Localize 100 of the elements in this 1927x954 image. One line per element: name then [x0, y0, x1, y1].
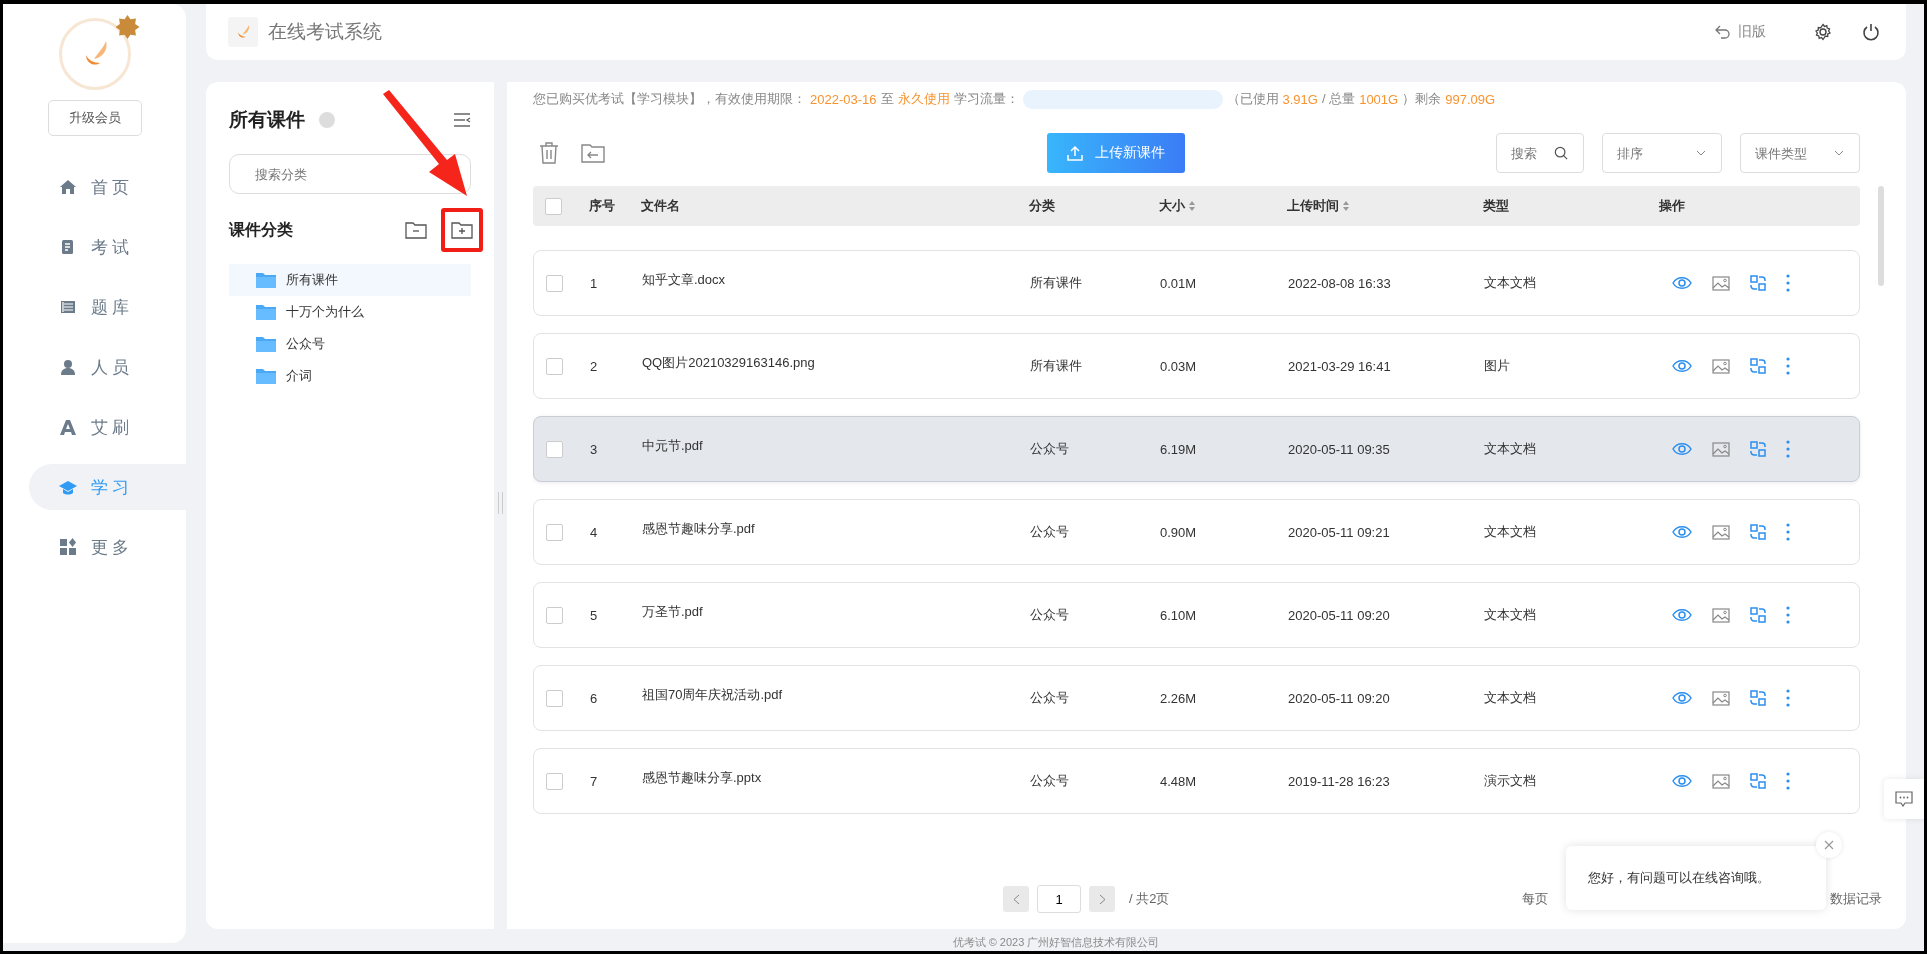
nav-item[interactable]: 人员	[29, 344, 186, 390]
folder-back-icon[interactable]	[581, 143, 605, 163]
more-icon[interactable]	[1786, 772, 1790, 790]
power-icon[interactable]	[1862, 23, 1880, 41]
file-row[interactable]: 3 中元节.pdf 公众号 6.19M 2020-05-11 09:35 文本文档	[533, 416, 1860, 482]
file-name: 感恩节趣味分享.pdf	[642, 520, 756, 538]
table-cell-text: 公众号	[1030, 772, 1070, 790]
table-cell-text: 0.90M	[1160, 524, 1198, 540]
per-page-label: 每页	[1522, 890, 1548, 908]
eye-icon[interactable]	[1672, 774, 1692, 788]
eye-icon[interactable]	[1672, 608, 1692, 622]
category-search-field[interactable]: 搜索分类	[229, 154, 471, 194]
table-cell-text: 公众号	[1030, 523, 1070, 541]
image-icon[interactable]	[1712, 441, 1730, 457]
image-icon[interactable]	[1712, 773, 1730, 789]
eye-icon[interactable]	[1672, 691, 1692, 705]
more-icon[interactable]	[1786, 274, 1790, 292]
close-icon	[1824, 840, 1834, 850]
convert-icon[interactable]	[1750, 524, 1766, 540]
section-title: 课件分类	[229, 219, 293, 240]
convert-icon[interactable]	[1750, 275, 1766, 291]
more-icon[interactable]	[1786, 440, 1790, 458]
list-icon	[59, 298, 77, 316]
image-icon[interactable]	[1712, 607, 1730, 623]
eye-icon[interactable]	[1672, 442, 1692, 456]
folder-plus-icon[interactable]	[451, 221, 473, 239]
collapse-menu-icon[interactable]	[453, 113, 471, 127]
convert-icon[interactable]	[1750, 773, 1766, 789]
eye-icon[interactable]	[1672, 525, 1692, 539]
file-row[interactable]: 4 感恩节趣味分享.pdf 公众号 0.90M 2020-05-11 09:21 文本文档	[533, 499, 1860, 565]
table-cell-text: 2019-11-28 16:23	[1288, 773, 1391, 789]
category-item[interactable]: 介词	[229, 360, 471, 392]
scrollbar[interactable]	[1878, 186, 1884, 286]
row-checkbox[interactable]	[546, 274, 563, 292]
row-checkbox[interactable]	[546, 440, 563, 458]
nav-item[interactable]: 艾刷	[29, 404, 186, 450]
category-item[interactable]: 十万个为什么	[229, 296, 471, 328]
row-checkbox[interactable]	[546, 606, 563, 624]
eye-icon[interactable]	[1672, 359, 1692, 373]
nav-item[interactable]: 首页	[29, 164, 186, 210]
table-cell-text: 文本文档	[1484, 689, 1537, 707]
table-cell-text: 2022-08-08 16:33	[1288, 275, 1392, 291]
chat-button[interactable]	[1884, 779, 1924, 819]
table-cell-text: 文本文档	[1484, 274, 1537, 292]
page-input[interactable]: 1	[1037, 885, 1081, 913]
table-cell-text: 4	[590, 524, 599, 540]
convert-icon[interactable]	[1750, 358, 1766, 374]
sort-icon[interactable]	[1342, 200, 1350, 212]
image-icon[interactable]	[1712, 690, 1730, 706]
convert-icon[interactable]	[1750, 690, 1766, 706]
file-row[interactable]: 5 万圣节.pdf 公众号 6.10M 2020-05-11 09:20 文本文档	[533, 582, 1860, 648]
home-icon	[59, 178, 77, 196]
resize-handle[interactable]	[498, 492, 503, 514]
records-label: 数据记录	[1830, 890, 1882, 908]
image-icon[interactable]	[1712, 275, 1730, 291]
upgrade-button[interactable]: 升级会员	[47, 100, 142, 136]
more-icon[interactable]	[1786, 357, 1790, 375]
table-cell-text: 公众号	[1030, 689, 1070, 707]
settings-icon[interactable]	[1814, 23, 1832, 41]
table-cell-text: 2020-05-11 09:35	[1288, 441, 1391, 457]
sort-icon[interactable]	[1188, 200, 1196, 212]
footer-text: 优考试 © 2023 广州好智信息技术有限公司	[951, 935, 1161, 950]
upload-icon	[1067, 145, 1084, 161]
category-item[interactable]: 所有课件	[229, 264, 471, 296]
more-icon[interactable]	[1786, 689, 1790, 707]
trash-icon[interactable]	[539, 142, 559, 164]
table-cell-text: 所有课件	[1030, 274, 1083, 292]
image-icon[interactable]	[1712, 358, 1730, 374]
table-cell-text: 7	[590, 773, 599, 789]
column-header: 文件名	[641, 197, 680, 215]
convert-icon[interactable]	[1750, 607, 1766, 623]
search-field[interactable]: 搜索	[1496, 133, 1584, 173]
category-item[interactable]: 公众号	[229, 328, 471, 360]
file-row[interactable]: 6 祖国70周年庆祝活动.pdf 公众号 2.26M 2020-05-11 09:20 文本文档	[533, 665, 1860, 731]
more-icon[interactable]	[1786, 523, 1790, 541]
more-icon[interactable]	[1786, 606, 1790, 624]
row-checkbox[interactable]	[546, 523, 563, 541]
file-row[interactable]: 2 QQ图片20210329163146.png 所有课件 0.03M 2021-03-29 16:41 图片	[533, 333, 1860, 399]
eye-icon[interactable]	[1672, 276, 1692, 290]
select-all-checkbox[interactable]	[545, 197, 562, 215]
old-version-link[interactable]: 旧版	[1715, 23, 1766, 41]
app-logo-icon	[228, 17, 258, 47]
file-row[interactable]: 7 感恩节趣味分享.pptx 公众号 4.48M 2019-11-28 16:23 演示文档	[533, 748, 1860, 814]
graduation-cap-icon	[59, 478, 77, 496]
folder-minus-icon[interactable]	[405, 221, 427, 239]
table-cell-text: 2.26M	[1160, 690, 1198, 706]
sort-dropdown[interactable]: 排序	[1602, 133, 1722, 173]
nav-item[interactable]: 题库	[29, 284, 186, 330]
row-checkbox[interactable]	[546, 357, 563, 375]
convert-icon[interactable]	[1750, 441, 1766, 457]
search-icon[interactable]	[1554, 146, 1568, 160]
table-cell-text: 所有课件	[1030, 357, 1083, 375]
nav-item[interactable]: 更多	[29, 524, 186, 570]
row-checkbox[interactable]	[546, 689, 563, 707]
type-dropdown[interactable]: 课件类型	[1740, 133, 1860, 173]
file-row[interactable]: 1 知乎文章.docx 所有课件 0.01M 2022-08-08 16:33 文本文档	[533, 250, 1860, 316]
image-icon[interactable]	[1712, 524, 1730, 540]
chevron-down-icon	[1696, 150, 1706, 156]
nav-item[interactable]: 考试	[29, 224, 186, 270]
row-checkbox[interactable]	[546, 772, 563, 790]
